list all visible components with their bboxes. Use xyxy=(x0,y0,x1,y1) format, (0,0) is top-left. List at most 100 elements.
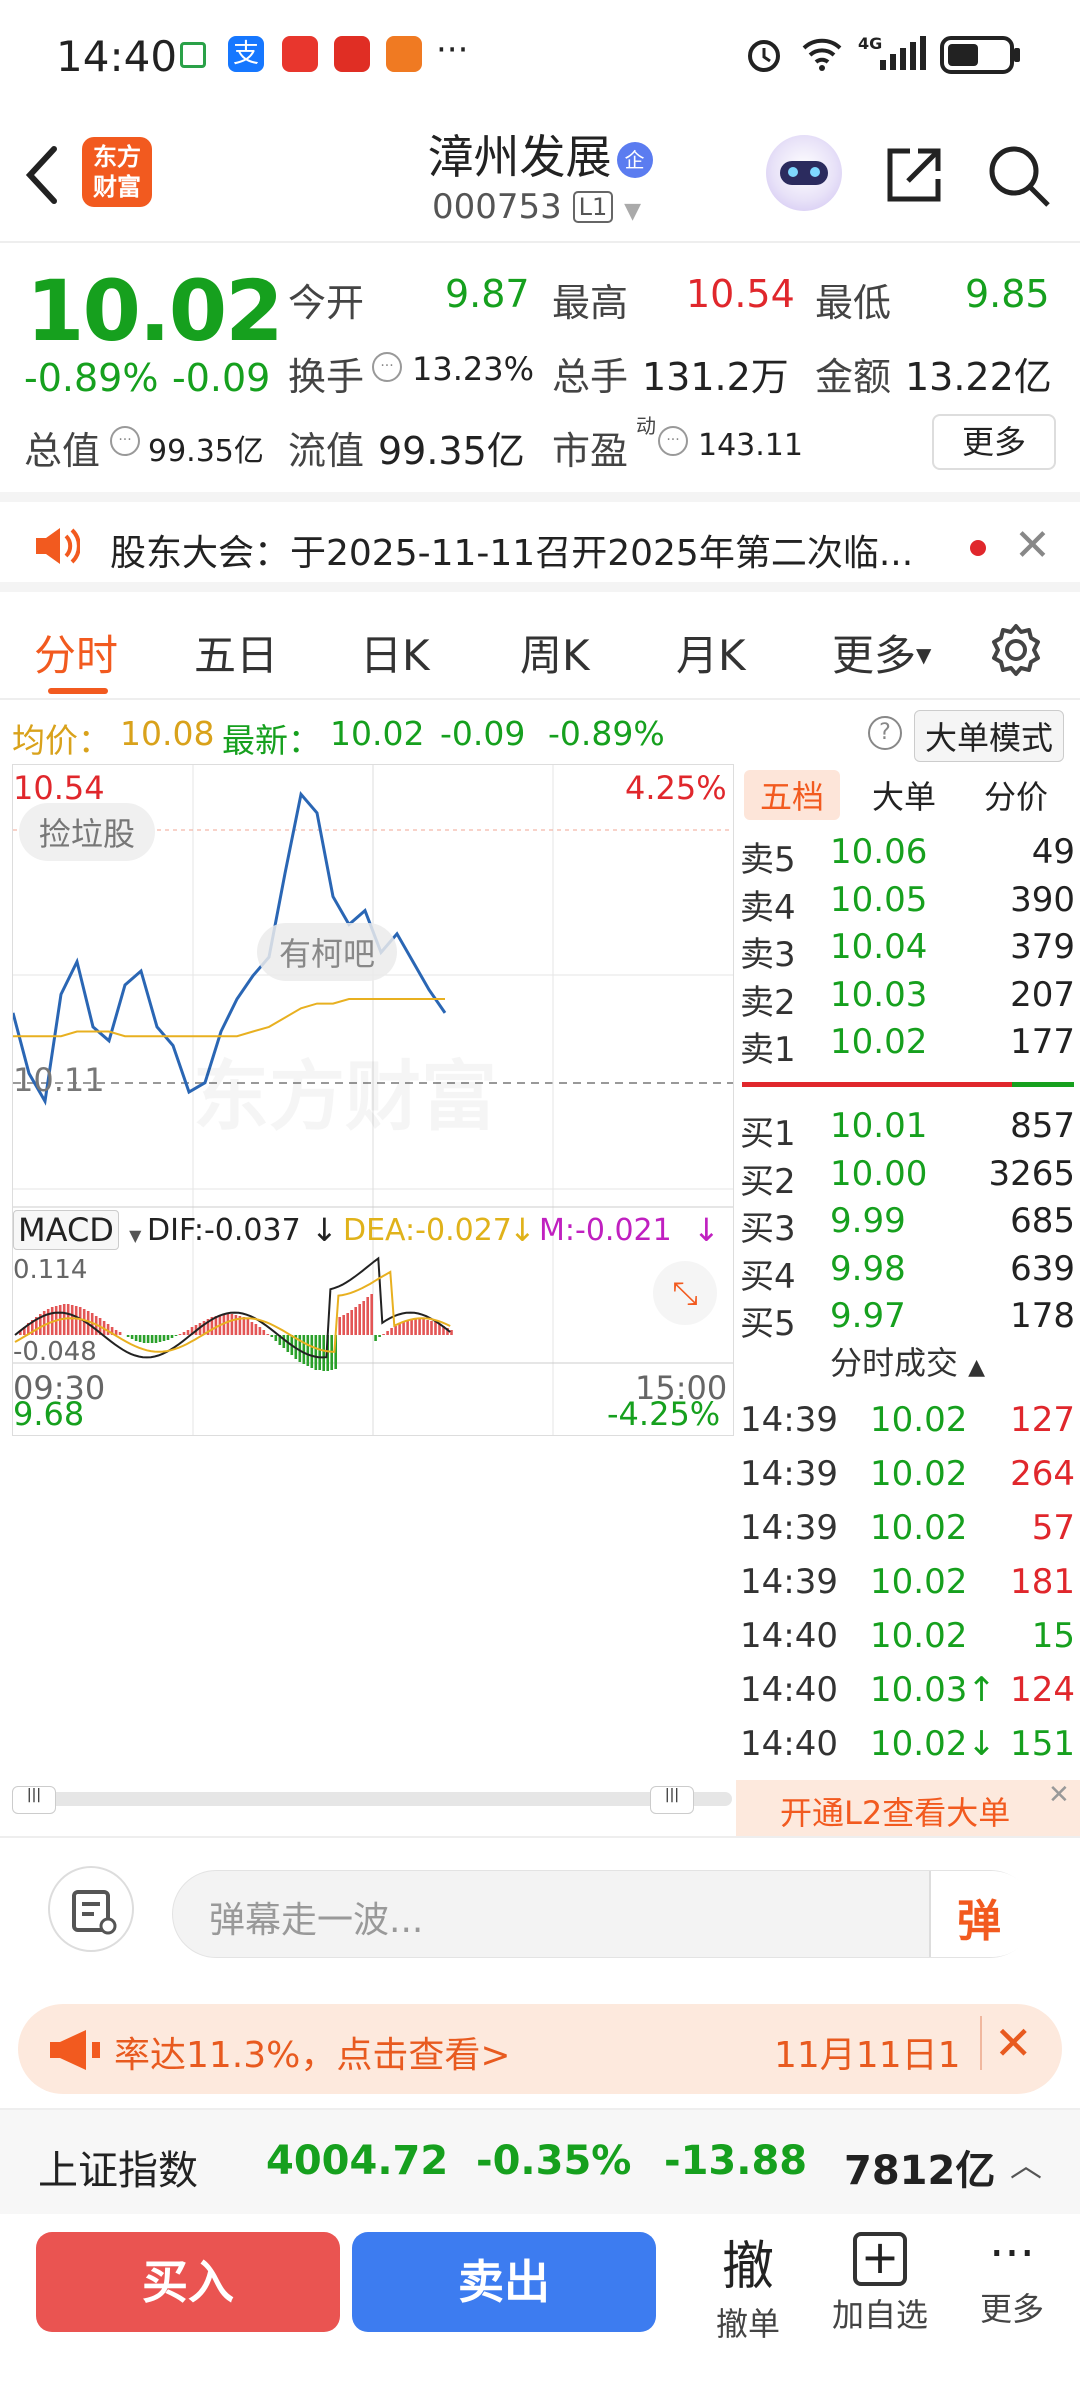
macd-selector[interactable]: MACD ▼ xyxy=(13,1210,141,1250)
trades-header[interactable]: 分时成交 ▲ xyxy=(740,1338,1075,1384)
macd-bar xyxy=(310,1335,314,1368)
ask-row[interactable]: 卖2 10.03 207 xyxy=(740,975,1075,1023)
bid-row[interactable]: 买2 10.00 3265 xyxy=(740,1154,1075,1202)
macd-bar xyxy=(314,1335,318,1370)
add-watchlist-label: 加自选 xyxy=(831,2296,928,2334)
chevron-up-icon[interactable]: ︿ xyxy=(1010,2140,1042,2186)
macd-bar xyxy=(234,1315,238,1335)
ask-label: 卖1 xyxy=(740,1030,796,1070)
ask-row[interactable]: 卖5 10.06 49 xyxy=(740,832,1075,880)
macd-bar xyxy=(166,1335,170,1340)
ask-row[interactable]: 卖1 10.02 177 xyxy=(740,1022,1075,1070)
volume-value: 131.2万 xyxy=(642,355,789,399)
chart-scrollbar[interactable] xyxy=(12,1792,732,1806)
close-icon[interactable]: ✕ xyxy=(980,2016,1033,2070)
tab-five-day[interactable]: 五日 xyxy=(194,622,278,683)
buy-button[interactable]: 买入 xyxy=(36,2232,340,2332)
action-bar: 买入 卖出 撤 撤单 + 加自选 ··· 更多 xyxy=(0,2214,1080,2388)
tab-weekly-k[interactable]: 周K xyxy=(520,622,590,683)
bid-row[interactable]: 买5 9.97 178 xyxy=(740,1296,1075,1344)
share-icon[interactable] xyxy=(882,145,944,207)
index-value: 4004.72 xyxy=(266,2138,449,2184)
plus-box-icon: + xyxy=(853,2232,907,2286)
trade-volume: 57 xyxy=(1031,1508,1075,1548)
ask-label: 卖3 xyxy=(740,935,796,975)
notice-text: 股东大会：于2025-11-11召开2025年第二次临... xyxy=(110,533,914,574)
back-icon[interactable] xyxy=(22,145,62,205)
guba-chip[interactable]: 有柯吧 xyxy=(257,923,398,981)
intraday-chart[interactable]: 10.54 4.25% 10.11 9.68 -4.25% 捡垃股 有柯吧 东方… xyxy=(12,764,734,1436)
change-percent: -0.89% xyxy=(24,356,159,400)
macd-bar xyxy=(270,1335,274,1337)
caret-up-icon: ▲ xyxy=(968,1355,986,1380)
danmaku-toggle-button[interactable]: 弹 xyxy=(929,1871,1035,1957)
info-dots-icon[interactable]: ··· xyxy=(110,426,140,456)
comment-input[interactable]: 弹幕走一波... 弹 xyxy=(172,1870,1035,1958)
info-dots-icon[interactable]: ··· xyxy=(658,426,688,456)
speaker-icon xyxy=(36,528,80,564)
macd-bar xyxy=(338,1317,341,1335)
bid-row[interactable]: 买4 9.98 639 xyxy=(740,1249,1075,1297)
bid-row[interactable]: 买1 10.01 857 xyxy=(740,1106,1075,1154)
home-app-icon xyxy=(180,42,206,68)
macd-m: M:-0.021 xyxy=(539,1213,672,1248)
stock-title: 漳州发展 xyxy=(427,130,612,184)
index-name: 上证指数 xyxy=(38,2148,198,2194)
index-bar[interactable]: 上证指数 4004.72 -0.35% -13.88 7812亿 ︿ xyxy=(0,2108,1080,2214)
more-button[interactable]: 更多 xyxy=(932,414,1056,470)
bid-row[interactable]: 买3 9.99 685 xyxy=(740,1201,1075,1249)
trade-time: 14:40 xyxy=(740,1670,838,1710)
more-actions-button[interactable]: ··· 更多 xyxy=(962,2224,1062,2330)
amount-label: 金额 xyxy=(815,355,892,399)
stock-code: 000753 xyxy=(432,187,562,227)
help-icon[interactable]: ? xyxy=(868,716,902,750)
tab-daily-k[interactable]: 日K xyxy=(360,622,430,683)
stock-code-row[interactable]: 000753 L1 ▼ xyxy=(432,187,641,227)
turnover-value: 13.23% xyxy=(412,350,535,388)
sell-button[interactable]: 卖出 xyxy=(352,2232,656,2332)
large-order-mode-button[interactable]: 大单模式 xyxy=(914,710,1065,762)
cancel-order-button[interactable]: 撤 撤单 xyxy=(700,2224,796,2345)
stock-header: 东方 财富 漳州发展 企 000753 L1 ▼ xyxy=(0,115,1080,243)
tag-chip[interactable]: 捡垃股 xyxy=(19,803,156,861)
l2-promo-banner[interactable]: 开通L2查看大单 ✕ xyxy=(736,1780,1080,1836)
trade-time: 14:39 xyxy=(740,1454,838,1494)
macd-bar xyxy=(78,1307,82,1335)
search-icon[interactable] xyxy=(986,143,1052,209)
bid-price: 9.97 xyxy=(830,1296,906,1336)
scroll-handle-left[interactable]: ||| xyxy=(12,1786,56,1814)
title-block[interactable]: 漳州发展 企 xyxy=(420,121,660,187)
close-icon[interactable]: ✕ xyxy=(1048,1780,1070,1810)
ask-price: 10.06 xyxy=(830,832,928,872)
tab-large-orders[interactable]: 大单 xyxy=(872,772,936,818)
add-watchlist-button[interactable]: + 加自选 xyxy=(820,2224,940,2336)
tab-intraday[interactable]: 分时 xyxy=(34,622,118,683)
danmaku-settings-icon[interactable] xyxy=(48,1866,134,1952)
macd-bar xyxy=(118,1332,122,1335)
info-dots-icon[interactable]: ··· xyxy=(372,352,402,382)
promo-bar[interactable]: 率达11.3%，点击查看> 11月11日1 ✕ xyxy=(18,2004,1062,2094)
trade-price: 10.02 xyxy=(870,1400,968,1440)
trade-price: 10.02↓ xyxy=(870,1724,996,1764)
trade-row: 14:40 10.02 15 xyxy=(740,1616,1075,1664)
tab-monthly-k[interactable]: 月K xyxy=(676,622,746,683)
tab-price-dist[interactable]: 分价 xyxy=(984,772,1048,818)
bid-ask-divider xyxy=(742,1082,1012,1087)
ask-price: 10.05 xyxy=(830,879,928,920)
notice-bar[interactable]: 股东大会：于2025-11-11召开2025年第二次临... ✕ xyxy=(0,492,1080,592)
robot-assistant-icon[interactable] xyxy=(766,135,842,211)
tab-level5[interactable]: 五档 xyxy=(744,770,841,820)
chart-info-bar: 均价： 10.08 最新： 10.02 -0.09 -0.89% ? 大单模式 xyxy=(0,706,1080,764)
trade-time: 14:40 xyxy=(740,1724,838,1764)
settings-gear-icon[interactable] xyxy=(988,622,1044,678)
ask-row[interactable]: 卖3 10.04 379 xyxy=(740,927,1075,975)
ask-row[interactable]: 卖4 10.05 390 xyxy=(740,880,1075,928)
macd-bar xyxy=(382,1334,385,1335)
close-icon[interactable]: ✕ xyxy=(1014,520,1051,571)
trade-row: 14:40 10.03↑ 124 xyxy=(740,1670,1075,1718)
expand-icon[interactable]: ⤡ xyxy=(653,1261,717,1325)
trade-volume: 151 xyxy=(1010,1724,1075,1764)
scroll-handle-right[interactable]: ||| xyxy=(650,1786,694,1814)
tab-more[interactable]: 更多▼ xyxy=(832,622,931,683)
app-logo[interactable]: 东方 财富 xyxy=(82,137,152,207)
